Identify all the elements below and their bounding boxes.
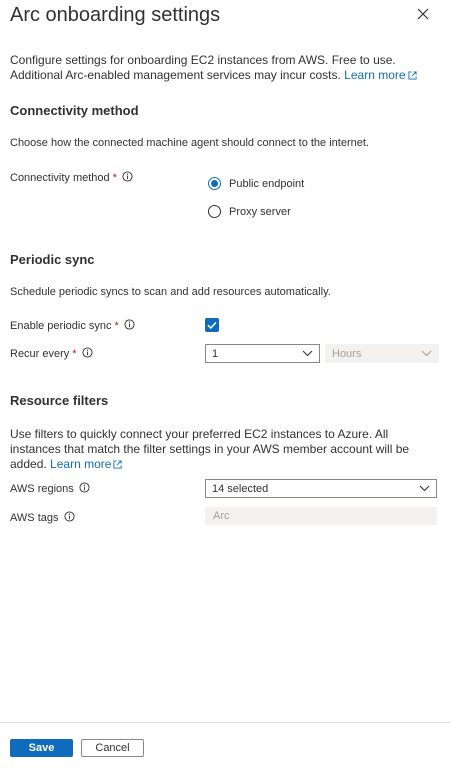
info-icon[interactable] [82,347,93,361]
aws-regions-dropdown[interactable]: 14 selected [205,479,437,498]
periodic-sync-heading: Periodic sync [10,252,95,267]
chevron-down-icon [302,348,313,360]
aws-regions-label: AWS regions [10,482,90,496]
info-icon[interactable] [122,171,133,185]
radio-public-endpoint[interactable]: Public endpoint [208,177,304,190]
resource-filters-learn-more-link[interactable]: Learn more [50,457,122,471]
required-mark: * [112,172,117,184]
required-mark: * [72,348,77,360]
connectivity-heading: Connectivity method [10,103,139,118]
enable-periodic-sync-label: Enable periodic sync * [10,319,135,333]
radio-button[interactable] [208,205,221,218]
aws-tags-field: Arc [205,507,437,525]
aws-tags-label: AWS tags [10,511,75,525]
save-button[interactable]: Save [10,739,73,757]
periodic-sync-description: Schedule periodic syncs to scan and add … [10,286,331,298]
info-icon[interactable] [79,482,90,496]
connectivity-description: Choose how the connected machine agent s… [10,137,369,149]
intro-learn-more-link[interactable]: Learn more [344,68,417,84]
radio-button[interactable] [208,177,221,190]
required-mark: * [114,320,119,332]
enable-periodic-sync-checkbox[interactable] [205,318,219,332]
cancel-button[interactable]: Cancel [81,739,144,757]
intro-text: Configure settings for onboarding EC2 in… [10,53,396,82]
resource-filters-description: Use filters to quickly connect your pref… [10,427,410,471]
intro-paragraph: Configure settings for onboarding EC2 in… [10,53,435,84]
chevron-down-icon [419,483,430,495]
chevron-down-icon [421,348,432,360]
connectivity-label: Connectivity method * [10,171,133,185]
checkmark-icon [207,321,217,330]
panel-title: Arc onboarding settings [10,4,221,26]
external-link-icon [407,69,417,84]
footer-divider [0,722,450,723]
external-link-icon [113,458,122,473]
radio-proxy-server[interactable]: Proxy server [208,205,291,218]
info-icon[interactable] [124,319,135,333]
info-icon[interactable] [63,511,75,525]
recur-unit-dropdown: Hours [325,344,439,363]
resource-filters-heading: Resource filters [10,393,109,408]
close-icon[interactable] [414,5,432,23]
recur-every-label: Recur every * [10,347,93,361]
recur-every-dropdown[interactable]: 1 [205,344,320,363]
